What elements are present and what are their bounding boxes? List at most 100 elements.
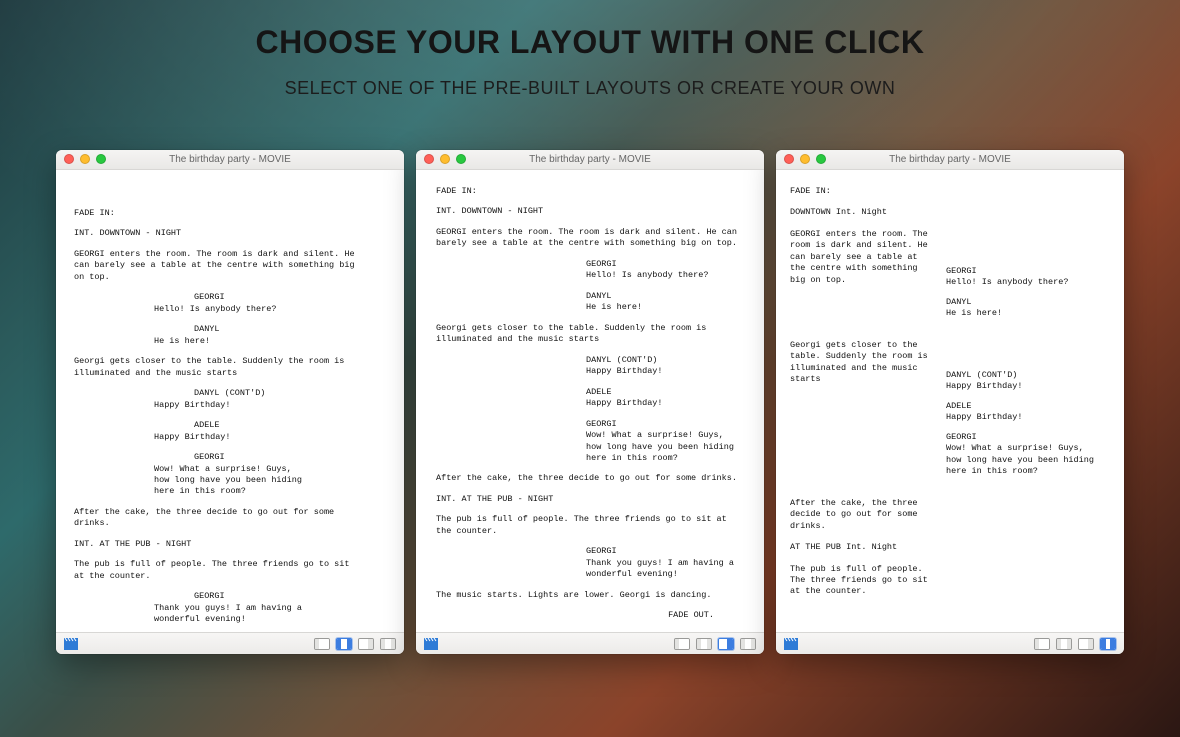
layout-switcher	[674, 638, 756, 650]
traffic-lights	[64, 154, 106, 164]
clapperboard-icon[interactable]	[784, 638, 798, 650]
titlebar: The birthday party - MOVIE	[776, 150, 1124, 170]
character-cue: GEORGI	[586, 259, 744, 270]
close-icon[interactable]	[784, 154, 794, 164]
character-cue: DANYL	[946, 297, 1096, 308]
action-text: After the cake, the three decide to go o…	[74, 507, 364, 530]
scene-heading: DOWNTOWN Int. Night	[790, 207, 932, 218]
action-text: After the cake, the three decide to go o…	[790, 498, 932, 532]
action-text: Georgi gets closer to the table. Suddenl…	[790, 340, 932, 386]
minimize-icon[interactable]	[800, 154, 810, 164]
dialogue: Wow! What a surprise! Guys, how long hav…	[586, 430, 736, 464]
titlebar: The birthday party - MOVIE	[416, 150, 764, 170]
window-title: The birthday party - MOVIE	[776, 154, 1124, 165]
dialogue: He is here!	[586, 302, 736, 313]
window-title: The birthday party - MOVIE	[56, 154, 404, 165]
layout-button-4[interactable]	[380, 638, 396, 650]
transition: FADE OUT.	[436, 610, 744, 621]
layout-button-1[interactable]	[314, 638, 330, 650]
dialogue: Happy Birthday!	[586, 366, 736, 377]
layout-button-3[interactable]	[1078, 638, 1094, 650]
character-cue: GEORGI	[194, 292, 386, 303]
layout-switcher	[314, 638, 396, 650]
action-text: The pub is full of people. The three fri…	[74, 559, 364, 582]
dialogue: Happy Birthday!	[586, 398, 736, 409]
bottom-toolbar	[416, 632, 764, 654]
layout-button-2[interactable]	[1056, 638, 1072, 650]
window-layout-2: The birthday party - MOVIE FADE IN: INT.…	[416, 150, 764, 654]
window-title: The birthday party - MOVIE	[416, 154, 764, 165]
dialogue: Thank you guys! I am having a wonderful …	[154, 603, 309, 626]
close-icon[interactable]	[424, 154, 434, 164]
minimize-icon[interactable]	[80, 154, 90, 164]
fade-in: FADE IN:	[74, 208, 386, 219]
dialogue: He is here!	[154, 336, 309, 347]
minimize-icon[interactable]	[440, 154, 450, 164]
bottom-toolbar	[776, 632, 1124, 654]
window-layout-1: The birthday party - MOVIE FADE IN: INT.…	[56, 150, 404, 654]
character-cue: GEORGI	[946, 266, 1096, 277]
clapperboard-icon[interactable]	[64, 638, 78, 650]
dialogue: Happy Birthday!	[946, 381, 1096, 392]
action-text: GEORGI enters the room. The room is dark…	[790, 229, 932, 286]
zoom-icon[interactable]	[816, 154, 826, 164]
character-cue: GEORGI	[946, 432, 1096, 443]
layout-button-3[interactable]	[358, 638, 374, 650]
clapperboard-icon[interactable]	[424, 638, 438, 650]
character-cue: GEORGI	[194, 591, 386, 602]
window-layout-3: The birthday party - MOVIE FADE IN: DOWN…	[776, 150, 1124, 654]
character-cue: ADELE	[194, 420, 386, 431]
dialogue: Happy Birthday!	[154, 432, 309, 443]
dialogue: Happy Birthday!	[946, 412, 1096, 423]
scene-heading: INT. AT THE PUB - NIGHT	[74, 539, 386, 550]
traffic-lights	[784, 154, 826, 164]
zoom-icon[interactable]	[456, 154, 466, 164]
action-text: The pub is full of people. The three fri…	[790, 564, 932, 598]
scene-heading: AT THE PUB Int. Night	[790, 542, 932, 553]
layout-button-1[interactable]	[674, 638, 690, 650]
character-cue: ADELE	[586, 387, 744, 398]
action-text: The music starts. Lights are lower. Geor…	[436, 590, 741, 601]
character-cue: GEORGI	[586, 419, 744, 430]
zoom-icon[interactable]	[96, 154, 106, 164]
script-page: FADE IN: INT. DOWNTOWN - NIGHT GEORGI en…	[416, 170, 764, 632]
scene-heading: INT. AT THE PUB - NIGHT	[436, 494, 744, 505]
character-cue: GEORGI	[586, 546, 744, 557]
dialogue: Hello! Is anybody there?	[946, 277, 1096, 288]
fade-in: FADE IN:	[436, 186, 744, 197]
scene-heading: INT. DOWNTOWN - NIGHT	[74, 228, 386, 239]
action-text: Georgi gets closer to the table. Suddenl…	[74, 356, 364, 379]
layout-button-4[interactable]	[1100, 638, 1116, 650]
bottom-toolbar	[56, 632, 404, 654]
action-text: After the cake, the three decide to go o…	[436, 473, 741, 484]
layout-button-2[interactable]	[696, 638, 712, 650]
character-cue: DANYL	[586, 291, 744, 302]
dialogue: He is here!	[946, 308, 1096, 319]
windows-row: The birthday party - MOVIE FADE IN: INT.…	[56, 150, 1124, 654]
close-icon[interactable]	[64, 154, 74, 164]
dialogue: Hello! Is anybody there?	[586, 270, 736, 281]
layout-button-3[interactable]	[718, 638, 734, 650]
action-text: GEORGI enters the room. The room is dark…	[436, 227, 741, 250]
character-cue: GEORGI	[194, 452, 386, 463]
dialogue: Wow! What a surprise! Guys, how long hav…	[154, 464, 309, 498]
character-cue: DANYL	[194, 324, 386, 335]
character-cue: DANYL (CONT'D)	[586, 355, 744, 366]
script-page: FADE IN: DOWNTOWN Int. Night GEORGI ente…	[776, 170, 1124, 632]
layout-switcher	[1034, 638, 1116, 650]
script-page: FADE IN: INT. DOWNTOWN - NIGHT GEORGI en…	[56, 170, 404, 632]
dialogue: Hello! Is anybody there?	[154, 304, 309, 315]
fade-in: FADE IN:	[790, 186, 932, 197]
dialogue: Wow! What a surprise! Guys, how long hav…	[946, 443, 1096, 477]
layout-button-1[interactable]	[1034, 638, 1050, 650]
character-cue: ADELE	[946, 401, 1096, 412]
dialogue: Thank you guys! I am having a wonderful …	[586, 558, 736, 581]
layout-button-2[interactable]	[336, 638, 352, 650]
scene-heading: INT. DOWNTOWN - NIGHT	[436, 206, 744, 217]
action-text: GEORGI enters the room. The room is dark…	[74, 249, 364, 283]
character-cue: DANYL (CONT'D)	[946, 370, 1096, 381]
subheadline: SELECT ONE OF THE PRE-BUILT LAYOUTS OR C…	[0, 78, 1180, 99]
character-cue: DANYL (CONT'D)	[194, 388, 386, 399]
traffic-lights	[424, 154, 466, 164]
layout-button-4[interactable]	[740, 638, 756, 650]
